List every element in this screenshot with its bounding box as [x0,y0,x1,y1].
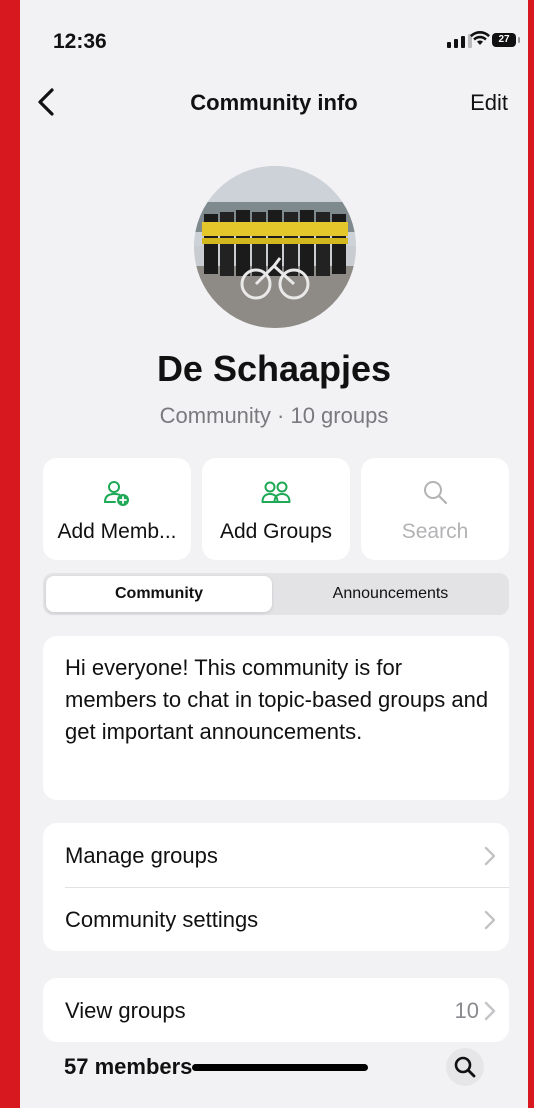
community-description: Hi everyone! This community is for membe… [43,636,509,800]
edit-button[interactable]: Edit [470,90,508,116]
community-settings-row[interactable]: Community settings [43,887,509,951]
community-tabs: Community Announcements [43,573,509,615]
action-buttons: Add Memb... Add Groups Search [43,458,509,560]
page-title: Community info [190,90,358,115]
chevron-right-icon [484,1001,496,1021]
nav-bar: Community info Edit [20,80,528,126]
tab-announcements[interactable]: Announcements [275,576,506,612]
phone-screen: 12:36 27 Community info Edit De Schaapje… [20,0,528,1108]
groups-icon [261,481,291,503]
group-photo-icon [194,166,356,328]
signal-icon [447,34,472,48]
community-name: De Schaapjes [156,348,392,389]
community-subtitle: Community · 10 groups [159,403,389,428]
search-icon [424,481,448,505]
view-groups-card: View groups 10 [43,978,509,1042]
add-groups-button[interactable]: Add Groups [202,458,350,560]
search-icon [454,1056,476,1078]
home-indicator[interactable] [192,1064,368,1071]
search-button[interactable]: Search [361,458,509,560]
search-label: Search [401,520,469,543]
chevron-right-icon [484,846,496,866]
add-members-label: Add Memb... [57,520,177,543]
battery-icon: 27 [492,33,520,47]
members-search-button[interactable] [446,1048,484,1086]
add-member-icon [104,481,129,506]
chevron-right-icon [484,910,496,930]
wifi-icon [470,30,490,52]
add-members-button[interactable]: Add Memb... [43,458,191,560]
community-settings-label: Community settings [65,907,259,932]
status-bar: 12:36 27 [20,0,528,80]
manage-groups-label: Manage groups [65,843,218,868]
status-time: 12:36 [53,30,107,53]
groups-count: 10 [454,998,479,1023]
tab-community[interactable]: Community [46,576,272,612]
manage-groups-row[interactable]: Manage groups [43,823,509,887]
community-avatar[interactable] [194,166,356,328]
description-text: Hi everyone! This community is for membe… [65,655,489,744]
settings-card: Manage groups Community settings [43,823,509,951]
view-groups-label: View groups [65,998,186,1023]
add-groups-label: Add Groups [219,520,333,543]
members-header: 57 members [64,1054,193,1079]
view-groups-row[interactable]: View groups 10 [43,978,509,1042]
